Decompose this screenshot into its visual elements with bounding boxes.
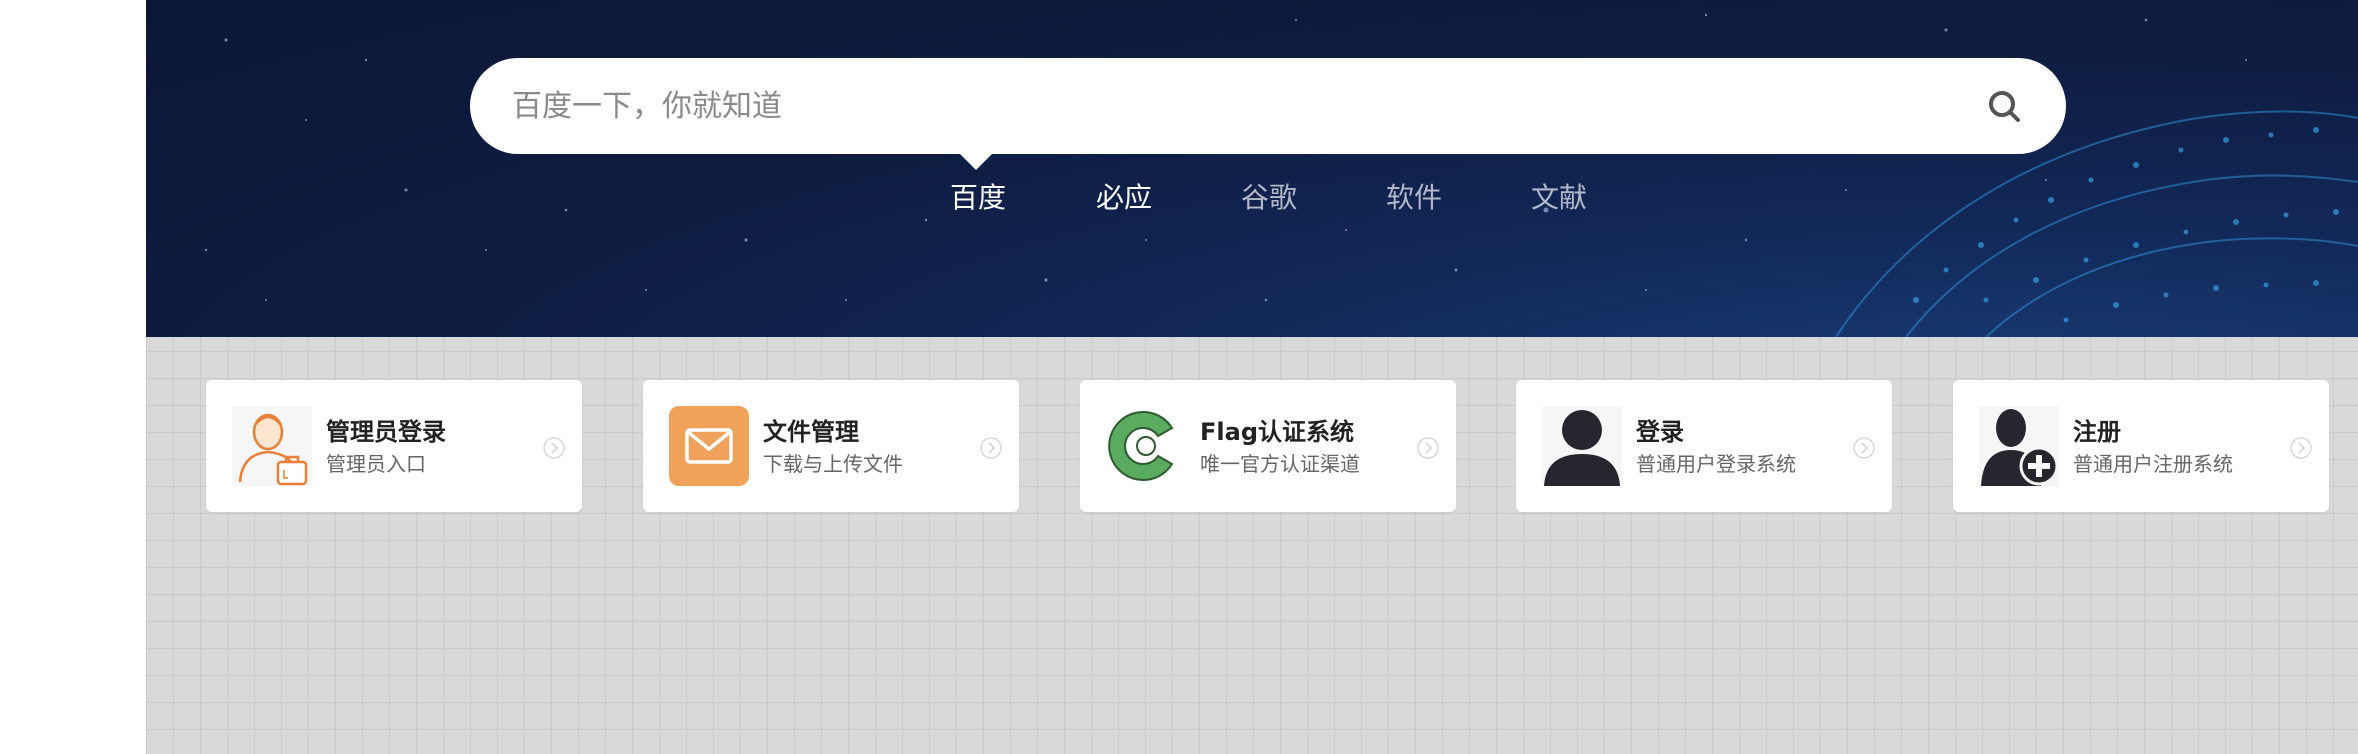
chevron-right-icon[interactable] <box>1416 436 1440 460</box>
chevron-right-icon[interactable] <box>2289 436 2313 460</box>
chevron-right-icon[interactable] <box>542 436 566 460</box>
tab-google[interactable]: 谷歌 <box>1241 176 1297 216</box>
search-box[interactable] <box>470 58 2066 154</box>
tab-baidu[interactable]: 百度 <box>950 176 1006 216</box>
tab-bing[interactable]: 必应 <box>1096 176 1152 216</box>
card-subtitle: 唯一官方认证渠道 <box>1200 452 1360 476</box>
card-subtitle: 普通用户登录系统 <box>1636 452 1796 476</box>
user-add-icon <box>1979 406 2059 486</box>
search-input[interactable] <box>510 87 1982 125</box>
flag-c-icon <box>1106 406 1186 486</box>
admin-icon <box>232 406 312 486</box>
card-title: 登录 <box>1636 418 1684 446</box>
card-title: Flag认证系统 <box>1200 418 1354 446</box>
search-engine-tabs: 百度 必应 谷歌 软件 文献 <box>146 176 2358 216</box>
card-subtitle: 普通用户注册系统 <box>2073 452 2233 476</box>
active-engine-pointer <box>960 154 992 170</box>
card-subtitle: 下载与上传文件 <box>763 452 903 476</box>
tab-software[interactable]: 软件 <box>1386 176 1442 216</box>
search-icon[interactable] <box>1982 84 2026 128</box>
chevron-right-icon[interactable] <box>1852 436 1876 460</box>
card-subtitle: 管理员入口 <box>326 452 426 476</box>
starfield-globe-graphic <box>204 13 2358 337</box>
card-title: 注册 <box>2073 418 2121 446</box>
login-card[interactable]: 登录 普通用户登录系统 <box>1516 380 1892 512</box>
mail-icon <box>669 406 749 486</box>
admin-login-card[interactable]: 管理员登录 管理员入口 <box>206 380 582 512</box>
register-card[interactable]: 注册 普通用户注册系统 <box>1953 380 2329 512</box>
user-icon <box>1542 406 1622 486</box>
file-management-card[interactable]: 文件管理 下载与上传文件 <box>643 380 1019 512</box>
header-banner: 百度 必应 谷歌 软件 文献 <box>146 0 2358 337</box>
main-area: 百度 必应 谷歌 软件 文献 管理员登录 管理员入口 <box>146 0 2358 754</box>
tab-literature[interactable]: 文献 <box>1531 176 1587 216</box>
chevron-right-icon[interactable] <box>979 436 1003 460</box>
card-title: 管理员登录 <box>326 418 446 446</box>
card-title: 文件管理 <box>763 418 859 446</box>
flag-auth-card[interactable]: Flag认证系统 唯一官方认证渠道 <box>1080 380 1456 512</box>
